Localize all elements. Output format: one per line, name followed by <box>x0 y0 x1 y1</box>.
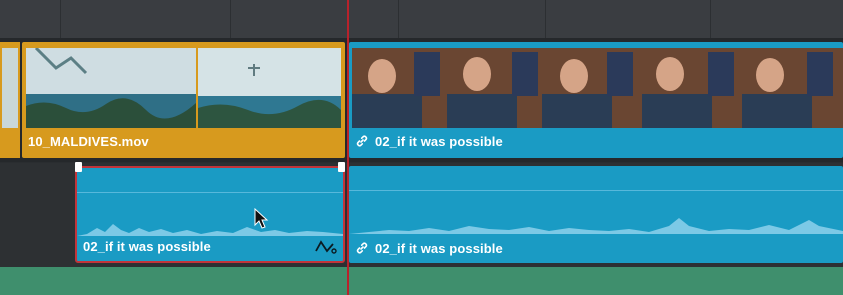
clip-label: 02_if it was possible <box>355 241 503 256</box>
video-clip-interview[interactable]: 02_if it was possible <box>349 42 843 158</box>
curve-icon[interactable] <box>315 239 337 255</box>
timeline-ruler[interactable] <box>0 0 843 39</box>
link-icon <box>355 241 369 255</box>
audio-track: 02_if it was possible 02_if it was possi… <box>0 162 843 267</box>
clip-thumbnail <box>352 48 843 128</box>
audio-waveform <box>77 224 343 236</box>
audio-waveform <box>349 218 843 234</box>
video-track: 10_MALDIVES.mov 02_if it was possible <box>0 38 843 162</box>
video-clip-maldives[interactable]: 10_MALDIVES.mov <box>22 42 345 158</box>
clip-label: 02_if it was possible <box>83 239 211 254</box>
clip-label: 10_MALDIVES.mov <box>28 134 149 149</box>
audio-track-2[interactable] <box>0 267 843 295</box>
pointer-cursor-icon <box>254 207 270 230</box>
audio-clip-selected[interactable]: 02_if it was possible <box>75 162 345 263</box>
playhead[interactable] <box>347 0 349 295</box>
audio-clip-linked[interactable]: 02_if it was possible <box>349 166 843 263</box>
clip-label: 02_if it was possible <box>355 134 503 149</box>
clip-thumbnail <box>26 48 196 128</box>
trim-handle-right[interactable] <box>338 162 345 172</box>
video-clip-partial[interactable] <box>0 42 20 158</box>
trim-handle-left[interactable] <box>75 162 82 172</box>
link-icon <box>355 134 369 148</box>
clip-thumbnail <box>198 48 341 128</box>
